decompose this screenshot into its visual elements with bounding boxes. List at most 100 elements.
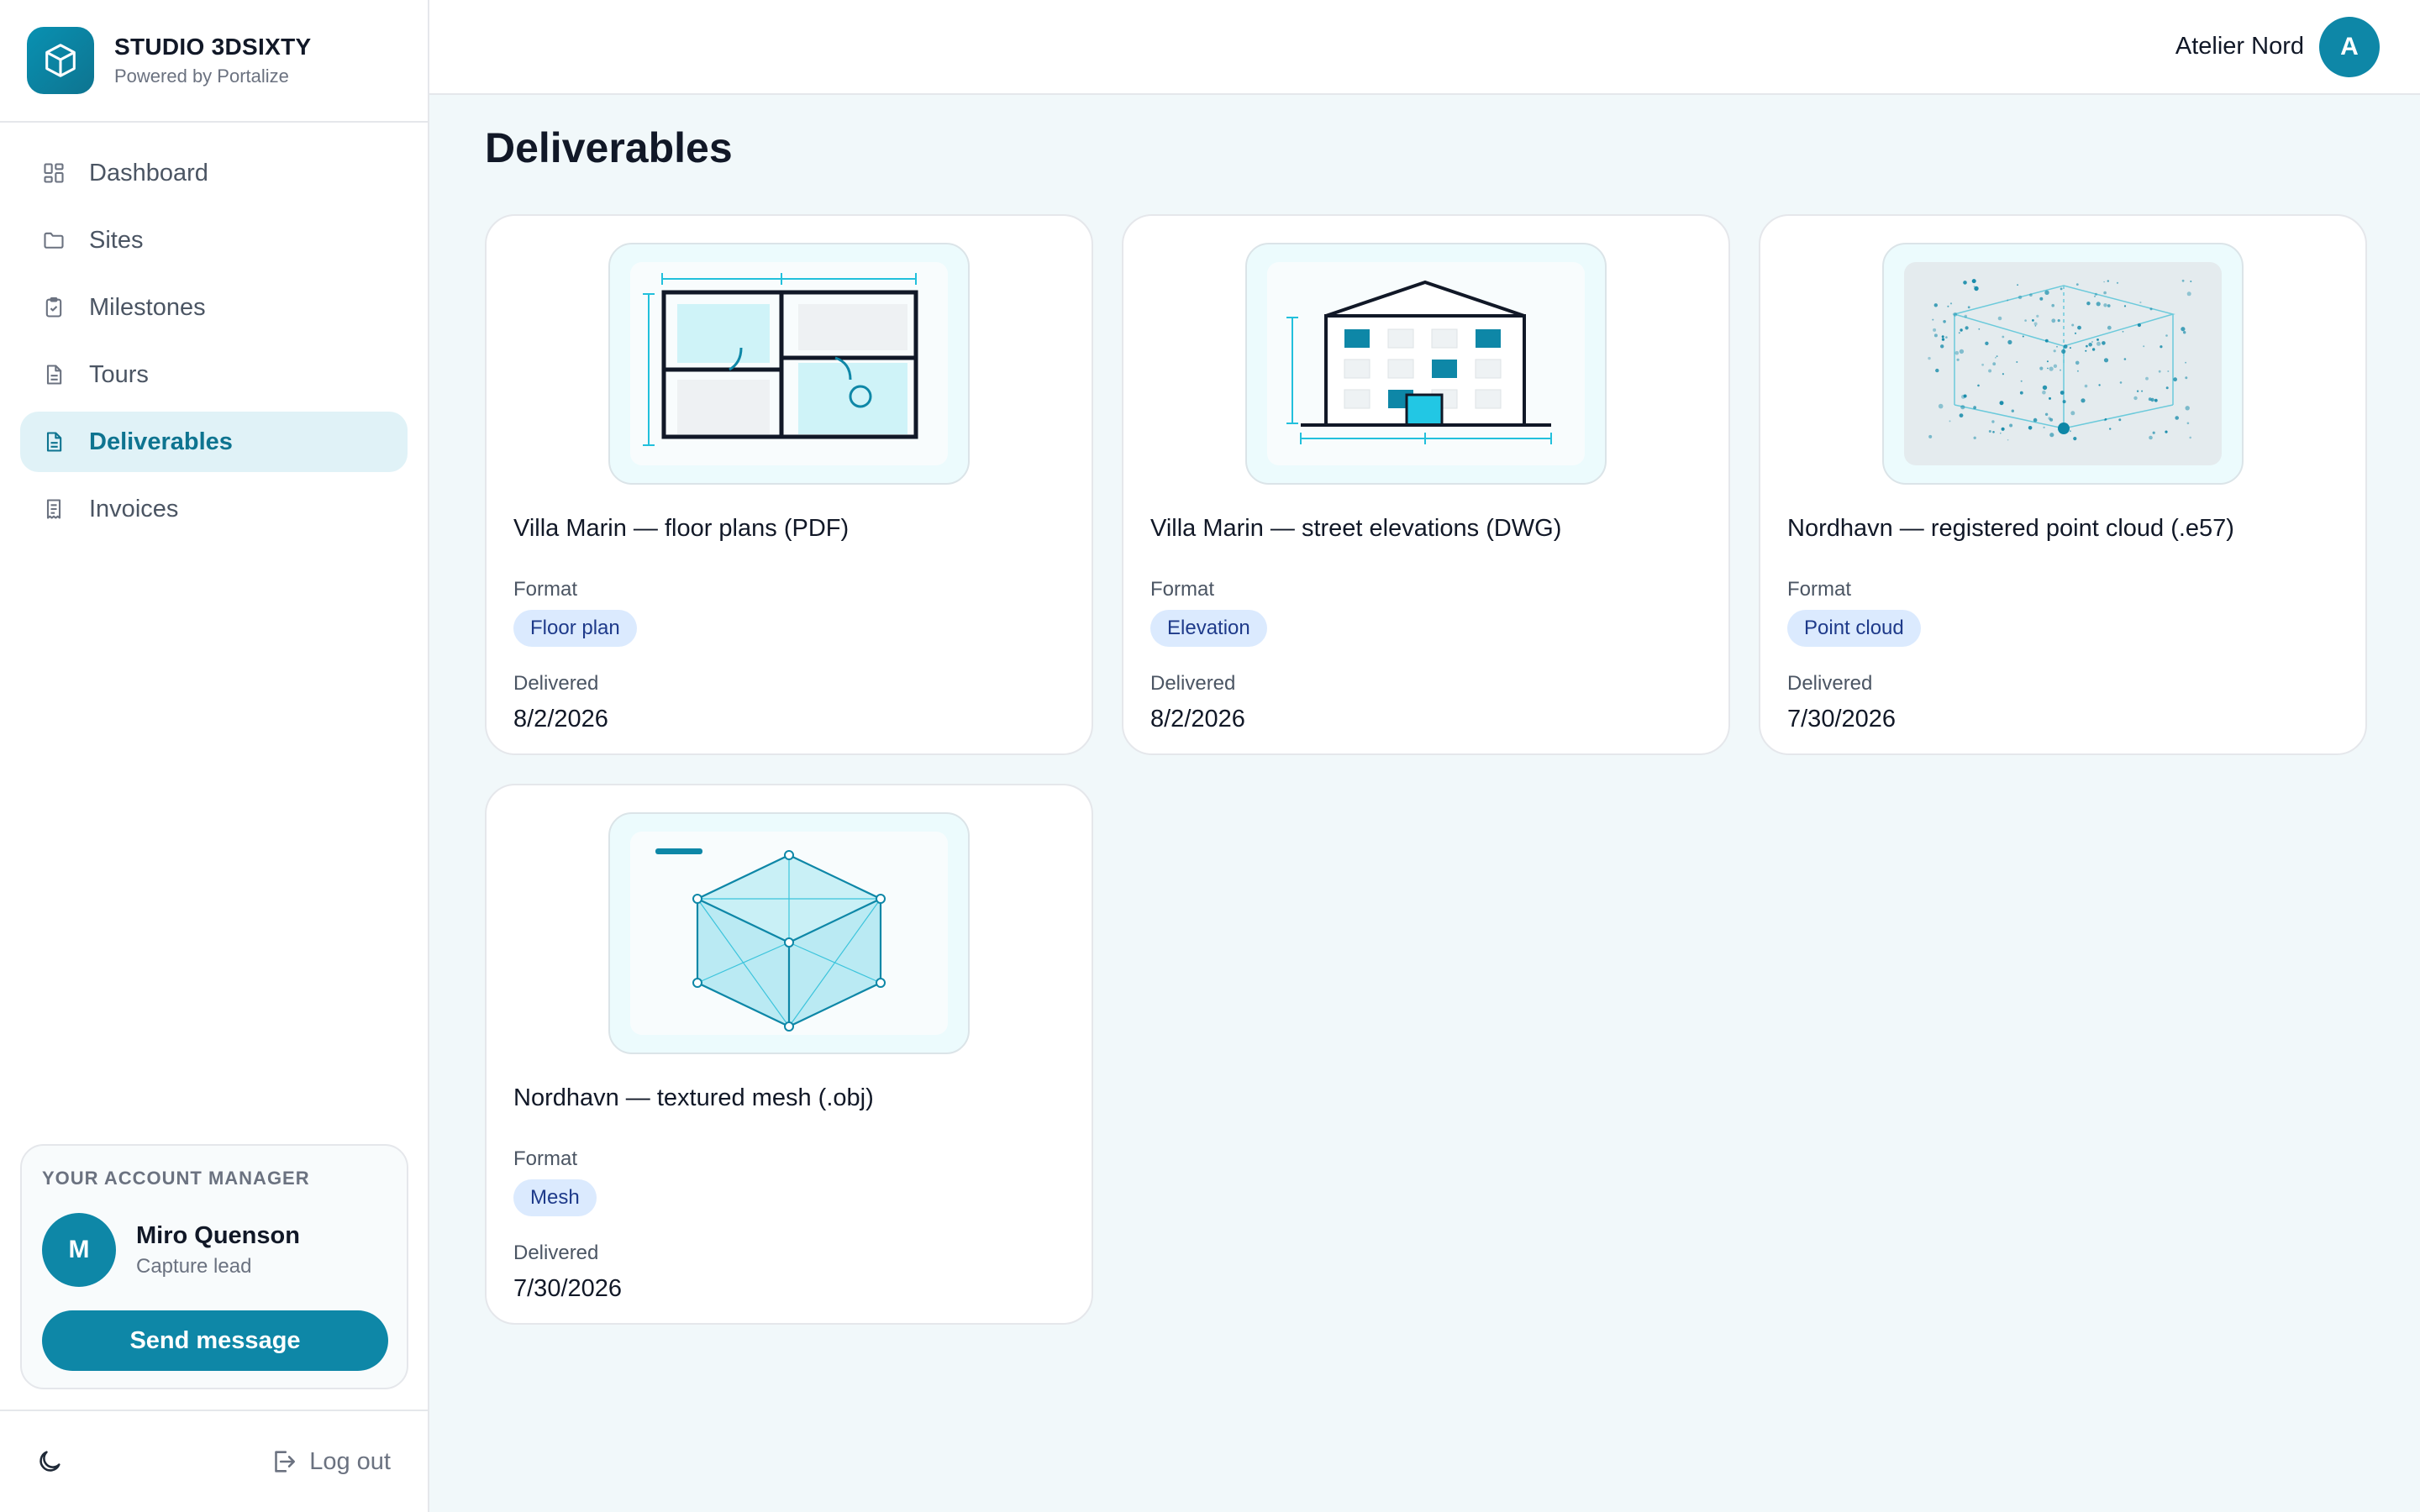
point-cloud-dot [1967,306,1970,309]
format-badge: Floor plan [513,610,637,647]
format-label: Format [1787,578,1852,601]
point-cloud-dot [2109,428,2112,430]
point-cloud-dot [2149,307,2153,311]
point-cloud-dot [1973,286,1975,288]
organization-name: Atelier Nord [2175,33,2304,60]
top-bar: Atelier Nord A [429,0,2420,95]
point-cloud-dot [1928,434,1933,438]
point-cloud-dot [2143,345,2145,348]
point-cloud-dot [2103,281,2105,283]
folder-icon [44,232,64,249]
point-cloud-thumbnail [1928,279,2192,441]
point-cloud-dot [1949,302,1953,305]
point-cloud-dot [2007,438,2009,441]
logout-label: Log out [309,1447,391,1475]
sidebar-nav: Dashboard Sites Milestones Tours Deliver… [0,123,428,539]
point-cloud-dot [2149,435,2153,440]
point-cloud-dot [2145,376,2149,381]
point-cloud-dot [2011,409,2014,412]
point-cloud-dot [2033,322,2038,326]
main-content: Deliverables Villa Marin — floor plans (… [485,95,2367,1325]
thumbnail-canvas [630,832,948,1035]
format-label: Format [513,1147,578,1170]
thumbnail-canvas [1904,262,2222,465]
deliverable-card[interactable]: Nordhavn — textured mesh (.obj) Format M… [485,784,1093,1325]
point-cloud-dot [1978,328,1981,330]
logout-button[interactable]: Log out [269,1447,391,1476]
send-message-button[interactable]: Send message [42,1310,388,1371]
point-cloud-dot [2096,302,2101,307]
deliverable-title: Nordhavn — registered point cloud (.e57) [1787,515,2234,542]
point-cloud-dot [2167,370,2170,372]
document-icon [46,432,62,452]
point-cloud-dot [1958,332,1960,334]
point-cloud-dot [2154,398,2158,402]
point-cloud-dot [2123,358,2127,360]
brand-subtitle: Powered by Portalize [114,66,289,87]
point-cloud-dot [2075,360,2080,365]
deliverable-card[interactable]: Villa Marin — street elevations (DWG) Fo… [1122,214,1730,755]
format-badge: Point cloud [1787,610,1921,647]
point-cloud-dot [2185,376,2188,380]
point-cloud-dot [2107,280,2109,282]
point-cloud-dot [1933,303,1938,307]
point-cloud-dot [1992,362,1996,366]
deliverable-card[interactable]: Nordhavn — registered point cloud (.e57)… [1759,214,2367,755]
point-cloud-dot [2141,390,2144,392]
point-cloud-dot [2160,345,2163,349]
sidebar-item-milestones[interactable]: Milestones [20,277,408,338]
deliverable-card[interactable]: Villa Marin — floor plans (PDF) Format F… [485,214,1093,755]
point-cloud-dot [2060,287,2063,291]
point-cloud-dot [2103,303,2107,307]
point-cloud-dot [1992,431,1995,433]
theme-toggle-button[interactable] [35,1447,64,1476]
point-cloud-dot [2048,417,2051,420]
point-cloud-dot [2069,347,2071,349]
point-cloud-dot [2136,390,2139,392]
point-cloud-dot [1985,341,1989,345]
point-cloud-dot [2173,377,2177,382]
delivered-date: 8/2/2026 [513,706,608,732]
sidebar-item-sites[interactable]: Sites [20,210,408,270]
point-cloud-dot [2001,427,2005,431]
point-cloud-dot [2009,423,2013,428]
point-cloud-dot [2118,418,2122,422]
point-cloud-dot [1988,430,1991,433]
point-cloud-dot [2091,341,2093,343]
sidebar-footer: Log out [0,1410,428,1512]
sidebar-item-label: Deliverables [89,428,233,455]
thumbnail-frame [1882,243,2244,485]
point-cloud-dot [2051,303,2054,307]
sidebar-item-deliverables[interactable]: Deliverables [20,412,408,472]
point-cloud-dot [2070,411,2075,416]
point-cloud-dot [1938,403,1944,409]
sidebar-item-invoices[interactable]: Invoices [20,479,408,539]
point-cloud-dot [2077,325,2081,330]
point-cloud-dot [1943,320,1946,323]
page-title: Deliverables [485,124,733,171]
point-cloud-dot [1947,305,1949,307]
deliverables-grid: Villa Marin — floor plans (PDF) Format F… [485,214,2367,1325]
sidebar: STUDIO 3DSIXTY Powered by Portalize Dash… [0,0,429,1512]
sidebar-item-label: Milestones [89,293,206,321]
point-cloud-dot [2051,318,2056,323]
point-cloud-dot [2049,433,2054,438]
point-cloud-dot [1940,344,1944,349]
point-cloud-dot [2049,366,2054,371]
point-cloud-dot [2062,400,2066,404]
point-cloud-dot [2139,301,2142,304]
point-cloud-dot [2150,397,2154,402]
sidebar-item-dashboard[interactable]: Dashboard [20,143,408,203]
point-cloud-dot [2122,330,2124,333]
point-cloud-dot [2042,385,2048,391]
clipboard-check-icon [45,297,62,318]
point-cloud-dot [2175,416,2179,420]
point-cloud-dot [2018,295,2023,300]
mesh-thumbnail [655,848,886,1032]
avatar[interactable]: A [2319,16,2380,77]
deliverable-title: Villa Marin — street elevations (DWG) [1150,515,1562,542]
format-badge: Mesh [513,1179,597,1216]
sidebar-item-tours[interactable]: Tours [20,344,408,405]
point-cloud-dot [2185,361,2186,364]
point-cloud-dot [2103,358,2109,363]
